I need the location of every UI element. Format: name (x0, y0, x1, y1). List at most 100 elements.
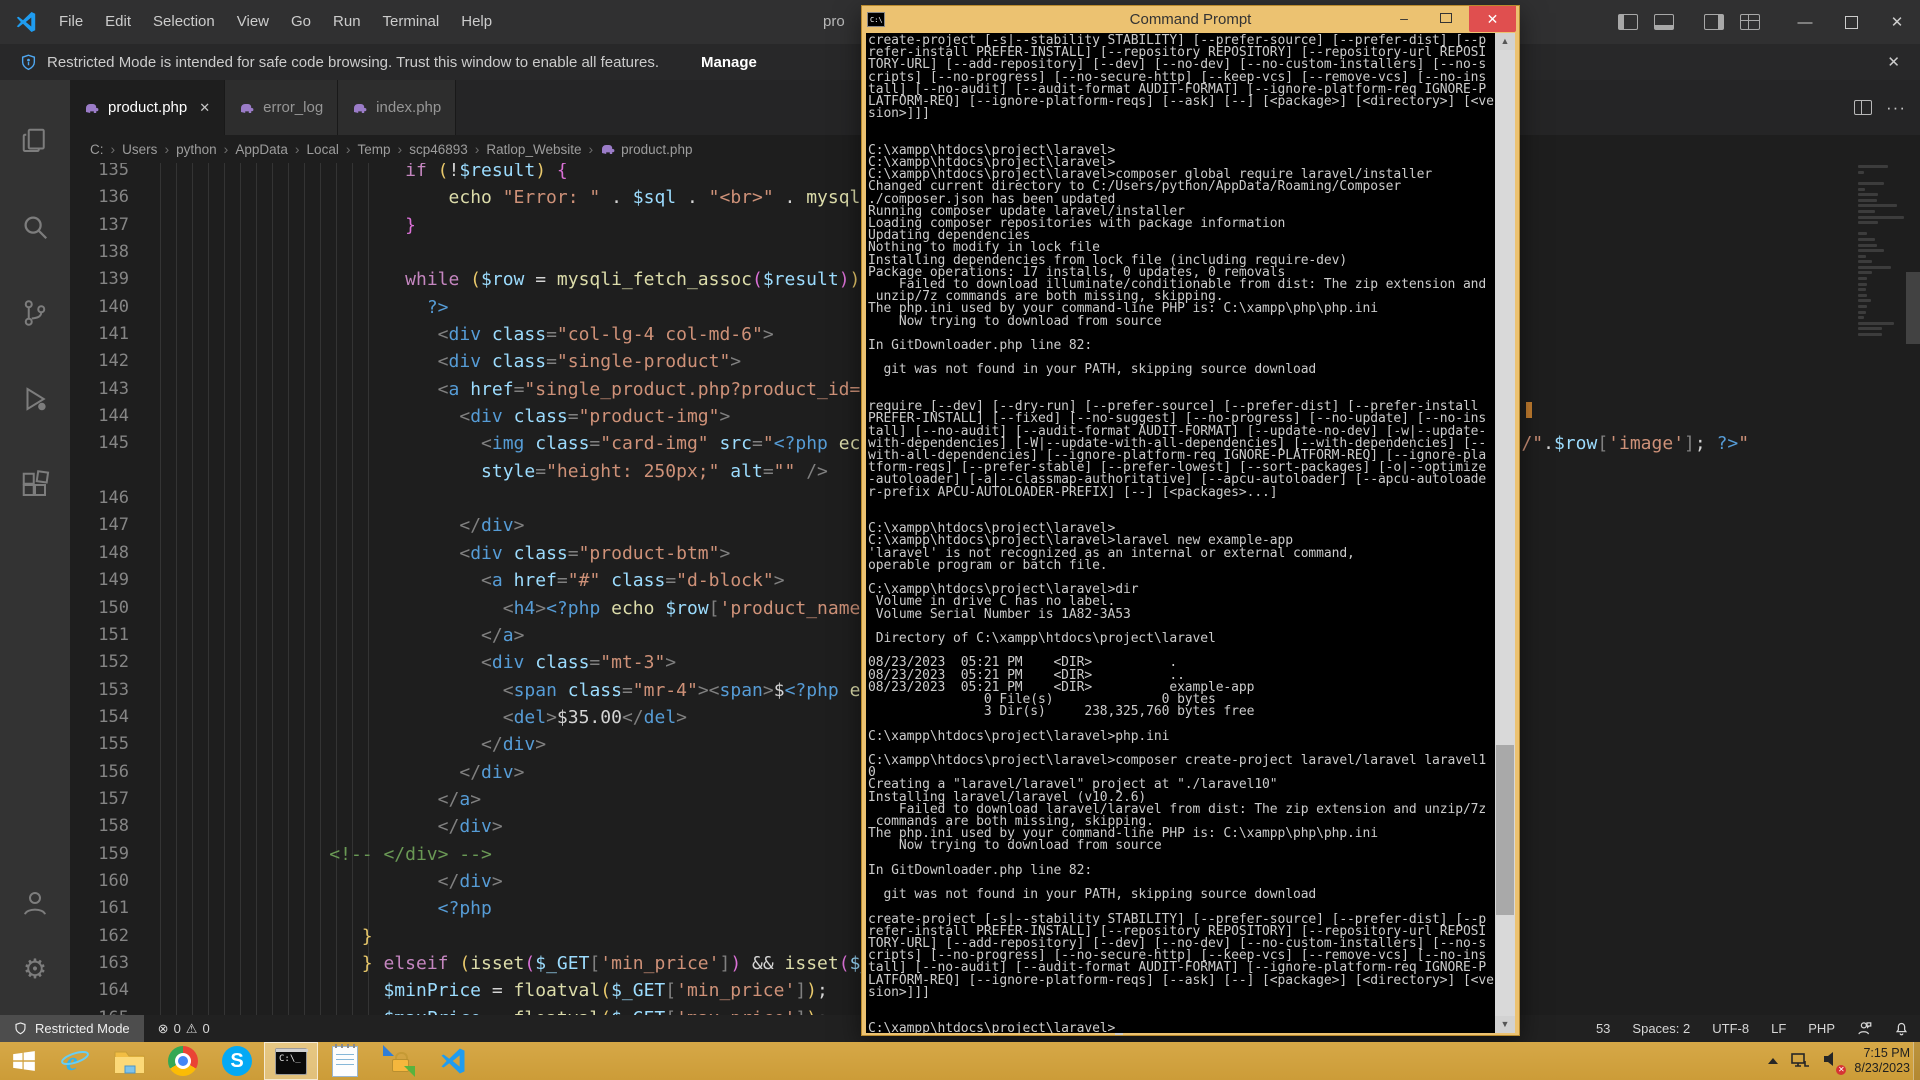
tab-product.php[interactable]: product.php✕ (70, 80, 225, 137)
explorer-icon[interactable] (20, 126, 50, 156)
toggle-sidebar-icon[interactable] (1618, 14, 1638, 30)
customize-layout-icon[interactable] (1740, 14, 1760, 30)
editor-scrollbar[interactable] (1906, 272, 1920, 344)
cursor-position-status[interactable]: 53 (1596, 1021, 1610, 1036)
restore-button[interactable] (1828, 0, 1874, 44)
line-number: 156 (70, 759, 145, 786)
search-icon[interactable] (20, 212, 50, 242)
tab-index.php[interactable]: index.php (338, 80, 456, 135)
extensions-icon[interactable] (20, 470, 50, 500)
menu-file[interactable]: File (48, 13, 94, 30)
chevron-right-icon: › (588, 141, 593, 157)
breadcrumb-item[interactable]: Users (122, 142, 157, 157)
notifications-bell-icon[interactable] (1894, 1021, 1909, 1036)
warnings-icon: ⚠ (186, 1021, 198, 1037)
vscode-logo-icon (14, 10, 38, 34)
menu-terminal[interactable]: Terminal (372, 13, 451, 30)
breadcrumb-item[interactable]: Ratlop_Website (486, 142, 581, 157)
encoding-status[interactable]: UTF-8 (1712, 1021, 1749, 1036)
minimap[interactable] (1858, 157, 1906, 657)
eol-status[interactable]: LF (1771, 1021, 1786, 1036)
menu-go[interactable]: Go (280, 13, 322, 30)
taskbar-command-prompt[interactable]: C:\_ (264, 1042, 318, 1080)
chevron-right-icon: › (111, 141, 116, 157)
minimize-button[interactable]: — (1782, 0, 1828, 44)
cmd-close-button[interactable]: ✕ (1469, 6, 1516, 32)
source-control-icon[interactable] (20, 298, 50, 328)
breadcrumb-item[interactable]: scp46893 (409, 142, 468, 157)
terminal-output[interactable]: create-project [-s|--stability STABILITY… (866, 33, 1497, 1033)
volume-muted-icon[interactable]: ✕ (1822, 1050, 1842, 1073)
tab-error_log[interactable]: error_log (225, 80, 338, 135)
breadcrumb-item[interactable]: product.php (621, 142, 692, 157)
line-number: 141 (70, 321, 145, 348)
manage-link[interactable]: Manage (701, 54, 757, 71)
scrollbar-thumb[interactable] (1496, 745, 1514, 915)
terminal-cursor (1115, 1033, 1123, 1035)
taskbar-skype[interactable]: S (210, 1042, 264, 1080)
line-number: 145 (70, 430, 145, 457)
cmd-scrollbar[interactable]: ▲ ▼ (1495, 33, 1515, 1033)
scroll-up-icon[interactable]: ▲ (1495, 33, 1515, 50)
breadcrumb-item[interactable]: C: (90, 142, 104, 157)
shield-icon (20, 54, 37, 71)
breadcrumb-item[interactable]: Temp (358, 142, 391, 157)
show-desktop-button[interactable] (1913, 1042, 1920, 1080)
chrome-icon (168, 1046, 198, 1076)
line-number: 137 (70, 212, 145, 239)
line-number: 139 (70, 266, 145, 293)
notepad-icon (332, 1046, 358, 1077)
more-actions-icon[interactable]: ··· (1886, 98, 1906, 118)
menu-edit[interactable]: Edit (94, 13, 142, 30)
taskbar-vscode[interactable] (426, 1042, 480, 1080)
breadcrumb-item[interactable]: Local (307, 142, 339, 157)
chevron-right-icon: › (164, 141, 169, 157)
activity-bar: ⚙ (0, 80, 70, 1015)
tray-expand-icon[interactable] (1768, 1058, 1778, 1064)
line-number: 148 (70, 540, 145, 567)
chevron-right-icon: › (475, 141, 480, 157)
taskbar-clock[interactable]: 7:15 PM 8/23/2023 (1854, 1046, 1910, 1076)
close-button[interactable]: ✕ (1874, 0, 1920, 44)
cmd-minimize-button[interactable]: – (1383, 6, 1425, 32)
toggle-panel-icon[interactable] (1654, 14, 1674, 30)
warnings-count: 0 (202, 1021, 209, 1036)
cmd-maximize-button[interactable] (1425, 6, 1467, 32)
start-button[interactable] (0, 1042, 48, 1080)
line-number: 163 (70, 950, 145, 977)
toggle-secondary-sidebar-icon[interactable] (1704, 14, 1724, 30)
menu-selection[interactable]: Selection (142, 13, 226, 30)
php-file-icon (600, 141, 616, 157)
feedback-person-icon[interactable] (1857, 1021, 1872, 1036)
menu-run[interactable]: Run (322, 13, 372, 30)
run-debug-icon[interactable] (20, 384, 50, 414)
banner-close-icon[interactable]: ✕ (1887, 53, 1900, 71)
taskbar-internet-explorer[interactable]: e (48, 1042, 102, 1080)
windows-logo-icon (11, 1048, 37, 1074)
split-editor-icon[interactable] (1854, 100, 1872, 115)
scroll-down-icon[interactable]: ▼ (1495, 1016, 1515, 1033)
line-number: 144 (70, 403, 145, 430)
line-number: 165 (70, 1005, 145, 1015)
indentation-status[interactable]: Spaces: 2 (1632, 1021, 1690, 1036)
taskbar-notepad[interactable] (318, 1042, 372, 1080)
breadcrumb-item[interactable]: python (176, 142, 217, 157)
settings-gear-icon[interactable]: ⚙ (23, 954, 47, 984)
line-number: 162 (70, 923, 145, 950)
breadcrumb-item[interactable]: AppData (235, 142, 288, 157)
line-number: 149 (70, 567, 145, 594)
taskbar-secure-transfer[interactable] (372, 1042, 426, 1080)
cmd-titlebar[interactable]: C:\ Command Prompt – ✕ (862, 6, 1519, 33)
network-icon[interactable] (1790, 1052, 1810, 1070)
chevron-right-icon: › (224, 141, 229, 157)
line-number: 147 (70, 512, 145, 539)
taskbar-chrome[interactable] (156, 1042, 210, 1080)
tab-close-icon[interactable]: ✕ (199, 100, 210, 116)
account-icon[interactable] (20, 888, 50, 918)
language-mode-status[interactable]: PHP (1808, 1021, 1835, 1036)
problems-status[interactable]: ⊗ 0 ⚠ 0 (158, 1021, 210, 1037)
restricted-mode-status[interactable]: Restricted Mode (0, 1015, 144, 1042)
taskbar-file-explorer[interactable] (102, 1042, 156, 1080)
menu-view[interactable]: View (226, 13, 280, 30)
menu-help[interactable]: Help (450, 13, 503, 30)
